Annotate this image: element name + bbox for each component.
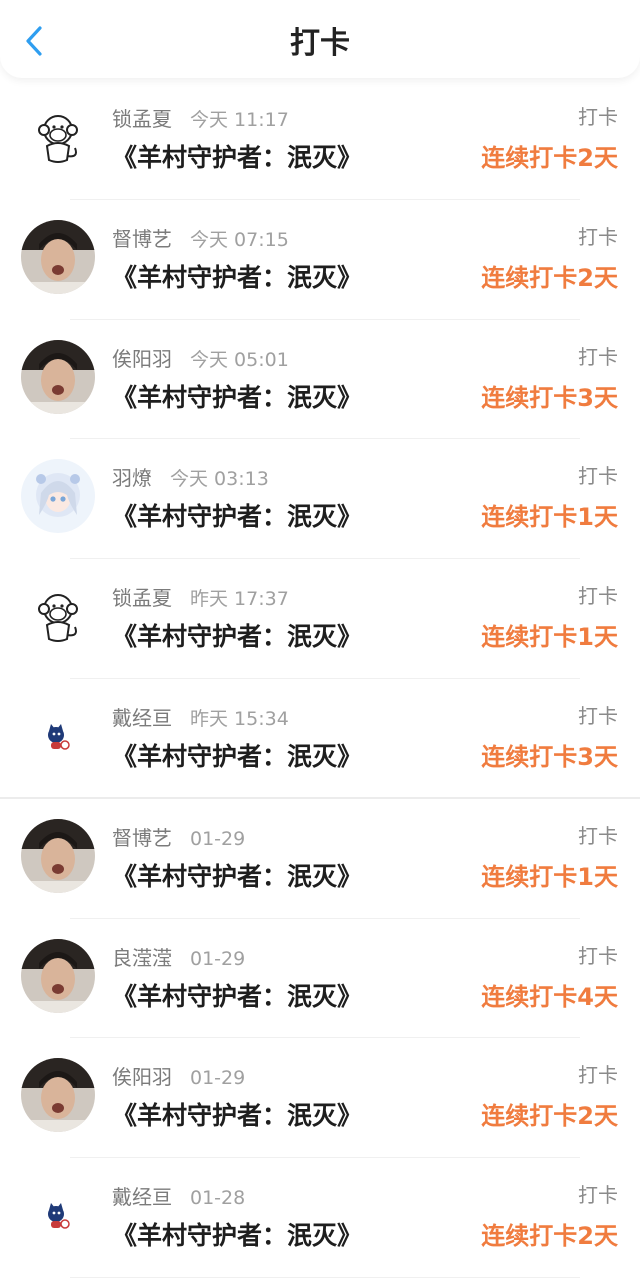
checkin-time: 今天 07:15 bbox=[190, 228, 289, 251]
checkin-time: 今天 11:17 bbox=[190, 109, 289, 131]
checkin-time: 01-29 bbox=[190, 1067, 246, 1090]
streak-count: 连续打卡4天 bbox=[481, 982, 618, 1011]
checkin-time: 01-29 bbox=[190, 827, 246, 850]
checkin-time: 昨天 17:37 bbox=[190, 588, 289, 611]
checkin-type-label: 打卡 bbox=[578, 823, 618, 848]
photo-avatar bbox=[21, 219, 95, 294]
streak-count: 连续打卡2天 bbox=[481, 1102, 618, 1131]
monkey-avatar bbox=[21, 579, 95, 654]
monkey-avatar bbox=[21, 100, 95, 174]
cartoon-avatar bbox=[21, 698, 95, 773]
streak-count: 连续打卡1天 bbox=[481, 503, 618, 532]
user-name[interactable]: 锁孟夏 bbox=[112, 586, 172, 610]
streak-count: 连续打卡3天 bbox=[481, 742, 618, 771]
checkin-type-label: 打卡 bbox=[578, 1183, 618, 1208]
user-name[interactable]: 良滢滢 bbox=[112, 946, 172, 970]
checkin-row[interactable]: 锁孟夏 昨天 17:37 《羊村守护者：泯灭》 打卡 连续打卡1天 bbox=[0, 559, 640, 679]
streak-count: 连续打卡3天 bbox=[481, 383, 618, 412]
user-name[interactable]: 俟阳羽 bbox=[112, 347, 172, 371]
checkin-row[interactable]: 督博艺 今天 07:15 《羊村守护者：泯灭》 打卡 连续打卡2天 bbox=[0, 200, 640, 320]
checkin-type-label: 打卡 bbox=[578, 464, 618, 489]
book-title[interactable]: 《羊村守护者：泯灭》 bbox=[112, 260, 362, 296]
checkin-row[interactable]: 戴经亘 昨天 15:34 《羊村守护者：泯灭》 打卡 连续打卡3天 bbox=[0, 679, 640, 799]
avatar[interactable] bbox=[21, 698, 95, 773]
checkin-time: 今天 03:13 bbox=[170, 468, 269, 491]
streak-count: 连续打卡2天 bbox=[481, 144, 618, 172]
book-title[interactable]: 《羊村守护者：泯灭》 bbox=[112, 859, 362, 895]
avatar[interactable] bbox=[21, 1058, 95, 1133]
checkin-row[interactable]: 锁孟夏 今天 11:17 《羊村守护者：泯灭》 打卡 连续打卡2天 bbox=[0, 80, 640, 200]
checkin-type-label: 打卡 bbox=[578, 105, 618, 129]
cartoon-avatar bbox=[21, 1178, 95, 1253]
avatar[interactable] bbox=[21, 938, 95, 1013]
checkin-row[interactable]: 戴经亘 01-28 《羊村守护者：泯灭》 打卡 连续打卡2天 bbox=[0, 1158, 640, 1278]
top-nav-bar: 打卡 bbox=[0, 0, 640, 78]
book-title[interactable]: 《羊村守护者：泯灭》 bbox=[112, 499, 362, 535]
checkin-time: 今天 05:01 bbox=[190, 348, 289, 371]
checkin-type-label: 打卡 bbox=[578, 943, 618, 968]
book-title[interactable]: 《羊村守护者：泯灭》 bbox=[112, 380, 362, 416]
photo-avatar bbox=[21, 339, 95, 414]
checkin-row[interactable]: 良滢滢 01-29 《羊村守护者：泯灭》 打卡 连续打卡4天 bbox=[0, 919, 640, 1039]
avatar[interactable] bbox=[21, 459, 95, 534]
checkin-row[interactable]: 俟阳羽 01-29 《羊村守护者：泯灭》 打卡 连续打卡2天 bbox=[0, 1038, 640, 1158]
checkin-row[interactable]: 俟阳羽 今天 05:01 《羊村守护者：泯灭》 打卡 连续打卡3天 bbox=[0, 320, 640, 440]
user-name[interactable]: 俟阳羽 bbox=[112, 1065, 172, 1089]
user-name[interactable]: 督博艺 bbox=[112, 227, 172, 251]
photo-avatar bbox=[21, 938, 95, 1013]
avatar[interactable] bbox=[21, 579, 95, 654]
user-name[interactable]: 戴经亘 bbox=[112, 706, 172, 730]
checkin-row[interactable]: 督博艺 01-29 《羊村守护者：泯灭》 打卡 连续打卡1天 bbox=[0, 799, 640, 919]
photo-avatar bbox=[21, 1058, 95, 1133]
checkin-row[interactable]: 羽燎 今天 03:13 《羊村守护者：泯灭》 打卡 连续打卡1天 bbox=[0, 439, 640, 559]
checkin-type-label: 打卡 bbox=[578, 584, 618, 609]
avatar[interactable] bbox=[21, 1178, 95, 1253]
checkin-time: 01-29 bbox=[190, 947, 246, 970]
book-title[interactable]: 《羊村守护者：泯灭》 bbox=[112, 1098, 362, 1134]
checkin-time: 昨天 15:34 bbox=[190, 707, 289, 730]
streak-count: 连续打卡2天 bbox=[481, 1222, 618, 1251]
checkin-list: 锁孟夏 今天 11:17 《羊村守护者：泯灭》 打卡 连续打卡2天 督博艺 今天 0… bbox=[0, 80, 640, 1278]
book-title[interactable]: 《羊村守护者：泯灭》 bbox=[112, 739, 362, 775]
book-title[interactable]: 《羊村守护者：泯灭》 bbox=[112, 979, 362, 1015]
streak-count: 连续打卡2天 bbox=[481, 263, 618, 292]
user-name[interactable]: 督博艺 bbox=[112, 826, 172, 850]
user-name[interactable]: 戴经亘 bbox=[112, 1185, 172, 1209]
streak-count: 连续打卡1天 bbox=[481, 862, 618, 891]
book-title[interactable]: 《羊村守护者：泯灭》 bbox=[112, 1218, 362, 1254]
avatar[interactable] bbox=[21, 339, 95, 414]
checkin-type-label: 打卡 bbox=[578, 344, 618, 369]
streak-count: 连续打卡1天 bbox=[481, 623, 618, 652]
avatar[interactable] bbox=[21, 100, 95, 174]
checkin-type-label: 打卡 bbox=[578, 224, 618, 249]
book-title[interactable]: 《羊村守护者：泯灭》 bbox=[112, 140, 362, 176]
checkin-type-label: 打卡 bbox=[578, 703, 618, 728]
avatar[interactable] bbox=[21, 818, 95, 893]
page-title: 打卡 bbox=[290, 26, 350, 61]
avatar[interactable] bbox=[21, 219, 95, 294]
photo-avatar bbox=[21, 818, 95, 893]
anime-avatar bbox=[21, 459, 95, 534]
checkin-type-label: 打卡 bbox=[578, 1063, 618, 1088]
user-name[interactable]: 羽燎 bbox=[112, 466, 152, 490]
book-title[interactable]: 《羊村守护者：泯灭》 bbox=[112, 619, 362, 655]
user-name[interactable]: 锁孟夏 bbox=[112, 107, 172, 131]
checkin-time: 01-28 bbox=[190, 1187, 246, 1210]
